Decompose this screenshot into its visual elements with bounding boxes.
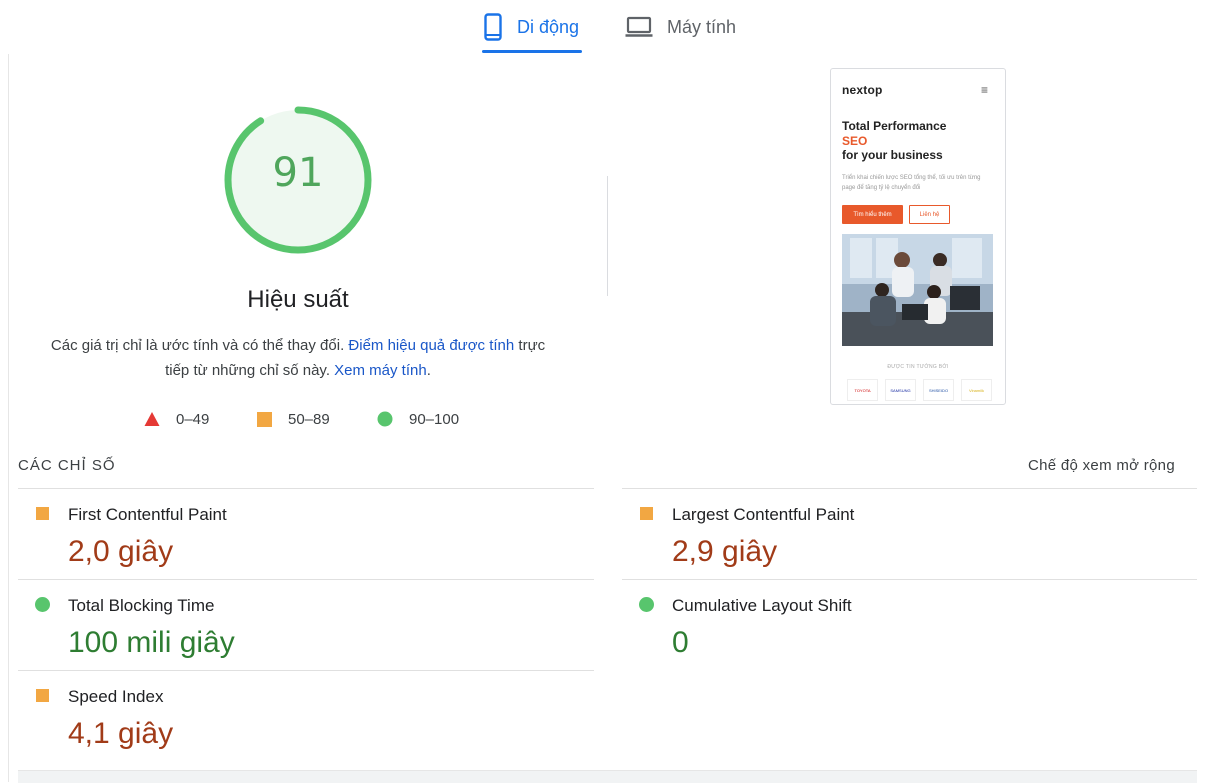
legend-fail: 0–49 (144, 408, 209, 430)
section-divider (607, 176, 608, 296)
average-square-icon (640, 507, 653, 520)
tab-desktop-label: Máy tính (667, 16, 737, 37)
performance-score: 91 (272, 150, 324, 196)
laptop-icon (624, 13, 654, 41)
preview-headline-3: for your business (842, 148, 943, 162)
partner-logo: SAMSUNG (885, 379, 916, 401)
partner-logo: Vinamilk (961, 379, 992, 401)
divider (18, 670, 594, 671)
metric-lcp-label: Largest Contentful Paint (672, 505, 855, 524)
preview-logo: nextop (842, 83, 883, 97)
metric-tbt-value: 100 mili giây (68, 626, 235, 659)
desc-text: Các giá trị chỉ là ước tính và có thể th… (50, 337, 349, 354)
metrics-section-title: CÁC CHỈ SỐ (18, 457, 116, 474)
green-circle-icon (377, 411, 393, 427)
divider (622, 579, 1197, 580)
metric-si-label: Speed Index (68, 687, 164, 706)
partner-logo: TOYOTA (847, 379, 878, 401)
orange-square-icon (257, 411, 272, 427)
preview-trusted-by: ĐƯỢC TIN TƯỞNG BỞI (887, 364, 949, 370)
next-section-bar (18, 770, 1197, 783)
preview-partner-logos: TOYOTA SAMSUNG SHISEIDO Vinamilk (847, 379, 997, 401)
pass-circle-icon (639, 597, 654, 612)
metric-cls-label: Cumulative Layout Shift (672, 596, 852, 615)
performance-title: Hiệu suất (247, 286, 349, 313)
legend-fail-label: 0–49 (176, 410, 210, 428)
preview-secondary-button: Liên hệ (909, 205, 950, 224)
average-square-icon (36, 507, 49, 520)
smartphone-icon (482, 13, 504, 41)
metric-cls-value: 0 (672, 626, 689, 659)
divider (18, 488, 594, 489)
hamburger-menu-icon: ≡ (981, 83, 989, 97)
legend-pass: 90–100 (377, 408, 459, 430)
view-calculator-link[interactable]: Xem máy tính (334, 362, 427, 379)
legend-average: 50–89 (257, 408, 330, 430)
metric-fcp-label: First Contentful Paint (68, 505, 227, 524)
legend-pass-label: 90–100 (409, 410, 460, 428)
legend-average-label: 50–89 (288, 410, 330, 428)
preview-headline-1: Total Performance (842, 119, 947, 133)
metric-fcp-value: 2,0 giây (68, 535, 174, 568)
active-tab-indicator (482, 50, 582, 53)
metric-si-value: 4,1 giây (68, 717, 174, 750)
device-tabs: Di động Máy tính (0, 0, 1208, 54)
preview-headline: Total Performance SEO for your business (842, 119, 992, 163)
red-triangle-icon (144, 412, 160, 426)
preview-office-photo (842, 234, 993, 346)
score-calculation-link[interactable]: Điểm hiệu quả được tính (348, 337, 514, 354)
tab-mobile-label: Di động (517, 16, 580, 37)
metric-lcp-value: 2,9 giây (672, 535, 778, 568)
tab-mobile[interactable]: Di động (482, 0, 582, 54)
desc-text-3: . (426, 362, 431, 379)
partner-logo: SHISEIDO (923, 379, 954, 401)
tab-desktop[interactable]: Máy tính (624, 0, 764, 54)
expanded-view-toggle[interactable]: Chế độ xem mở rộng (1028, 457, 1175, 474)
page-screenshot-preview[interactable]: nextop ≡ Total Performance SEO for your … (830, 68, 1006, 405)
preview-subtitle: Triển khai chiến lược SEO tổng thể, tối … (842, 175, 981, 191)
metric-tbt-label: Total Blocking Time (68, 596, 215, 615)
pass-circle-icon (35, 597, 50, 612)
preview-headline-2: SEO (842, 133, 868, 148)
divider (18, 579, 594, 580)
preview-primary-button: Tìm hiểu thêm (842, 205, 903, 224)
divider (622, 488, 1197, 489)
average-square-icon (36, 689, 49, 702)
performance-description: Các giá trị chỉ là ước tính và có thể th… (40, 333, 556, 383)
